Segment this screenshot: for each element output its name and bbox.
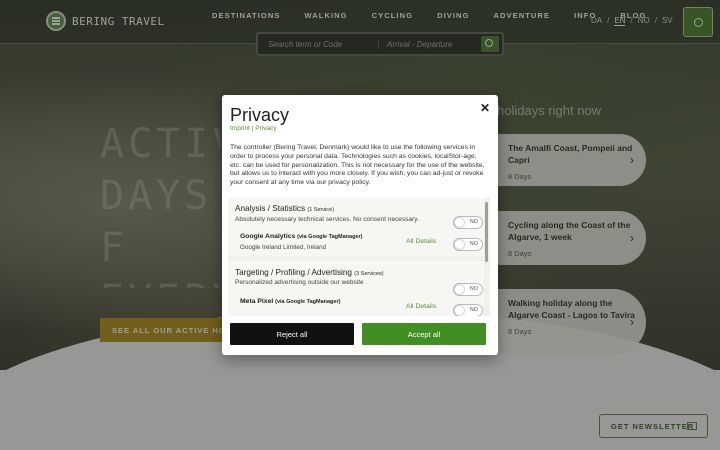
dialog-links: Imprint | Privacy: [230, 125, 277, 132]
service-name: Meta Pixel (via Google TagManager): [240, 298, 341, 305]
category-toggle[interactable]: NO: [453, 216, 483, 229]
consent-categories-list[interactable]: Analysis / Statistics (1 Service) Absolu…: [228, 198, 490, 316]
reject-all-button[interactable]: Reject all: [230, 323, 354, 345]
scrollbar[interactable]: [485, 202, 488, 262]
consent-category: Targeting / Profiling / Advertising (3 S…: [228, 261, 484, 316]
category-desc: Personalized advertising outside our web…: [235, 279, 364, 286]
privacy-dialog: Privacy ✕ Imprint | Privacy The controll…: [222, 95, 498, 355]
dialog-body: The controller (Bering Travel, Denmark) …: [230, 144, 485, 187]
category-desc: Absolutely necessary technical services.…: [235, 216, 419, 223]
service-toggle[interactable]: NO: [453, 304, 483, 316]
service-name: Google Analytics (via Google TagManager): [240, 233, 363, 240]
all-details-link[interactable]: All Details: [406, 238, 436, 245]
imprint-link[interactable]: Imprint: [230, 125, 250, 132]
service-toggle[interactable]: NO: [453, 238, 483, 251]
category-title: Targeting / Profiling / Advertising (3 S…: [235, 268, 384, 277]
service-provider: Google Ireland Limited, Ireland: [240, 244, 327, 251]
all-details-link[interactable]: All Details: [406, 303, 436, 310]
dialog-title: Privacy: [230, 105, 290, 125]
category-title: Analysis / Statistics (1 Service): [235, 204, 334, 213]
privacy-link[interactable]: Privacy: [255, 125, 276, 132]
consent-category: Analysis / Statistics (1 Service) Absolu…: [228, 198, 484, 256]
category-toggle[interactable]: NO: [453, 283, 483, 296]
accept-all-button[interactable]: Accept all: [362, 323, 486, 345]
close-icon[interactable]: ✕: [480, 101, 490, 115]
